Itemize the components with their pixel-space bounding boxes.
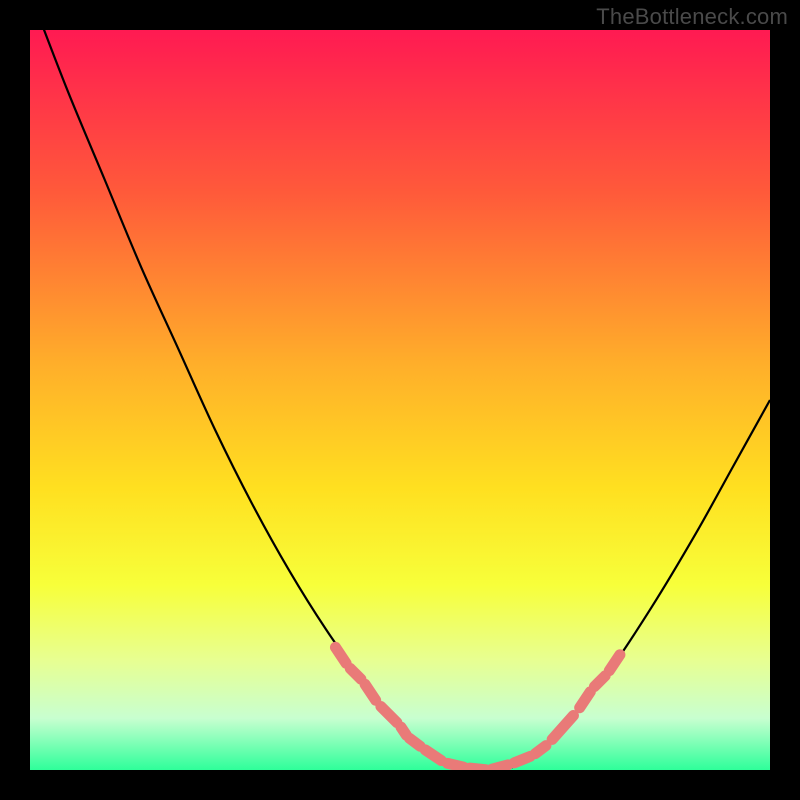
highlight-segment bbox=[535, 746, 546, 754]
chart-svg bbox=[30, 30, 770, 770]
highlight-segment bbox=[448, 763, 464, 767]
highlight-segment bbox=[594, 676, 605, 687]
highlight-segment bbox=[401, 727, 406, 735]
highlight-segment bbox=[492, 765, 508, 769]
highlight-segment bbox=[514, 756, 530, 762]
highlight-segment bbox=[409, 738, 420, 746]
gradient-background bbox=[30, 30, 770, 770]
highlight-segment bbox=[350, 668, 361, 679]
highlight-segment bbox=[470, 768, 486, 770]
chart-area bbox=[30, 30, 770, 770]
watermark-text: TheBottleneck.com bbox=[596, 4, 788, 30]
